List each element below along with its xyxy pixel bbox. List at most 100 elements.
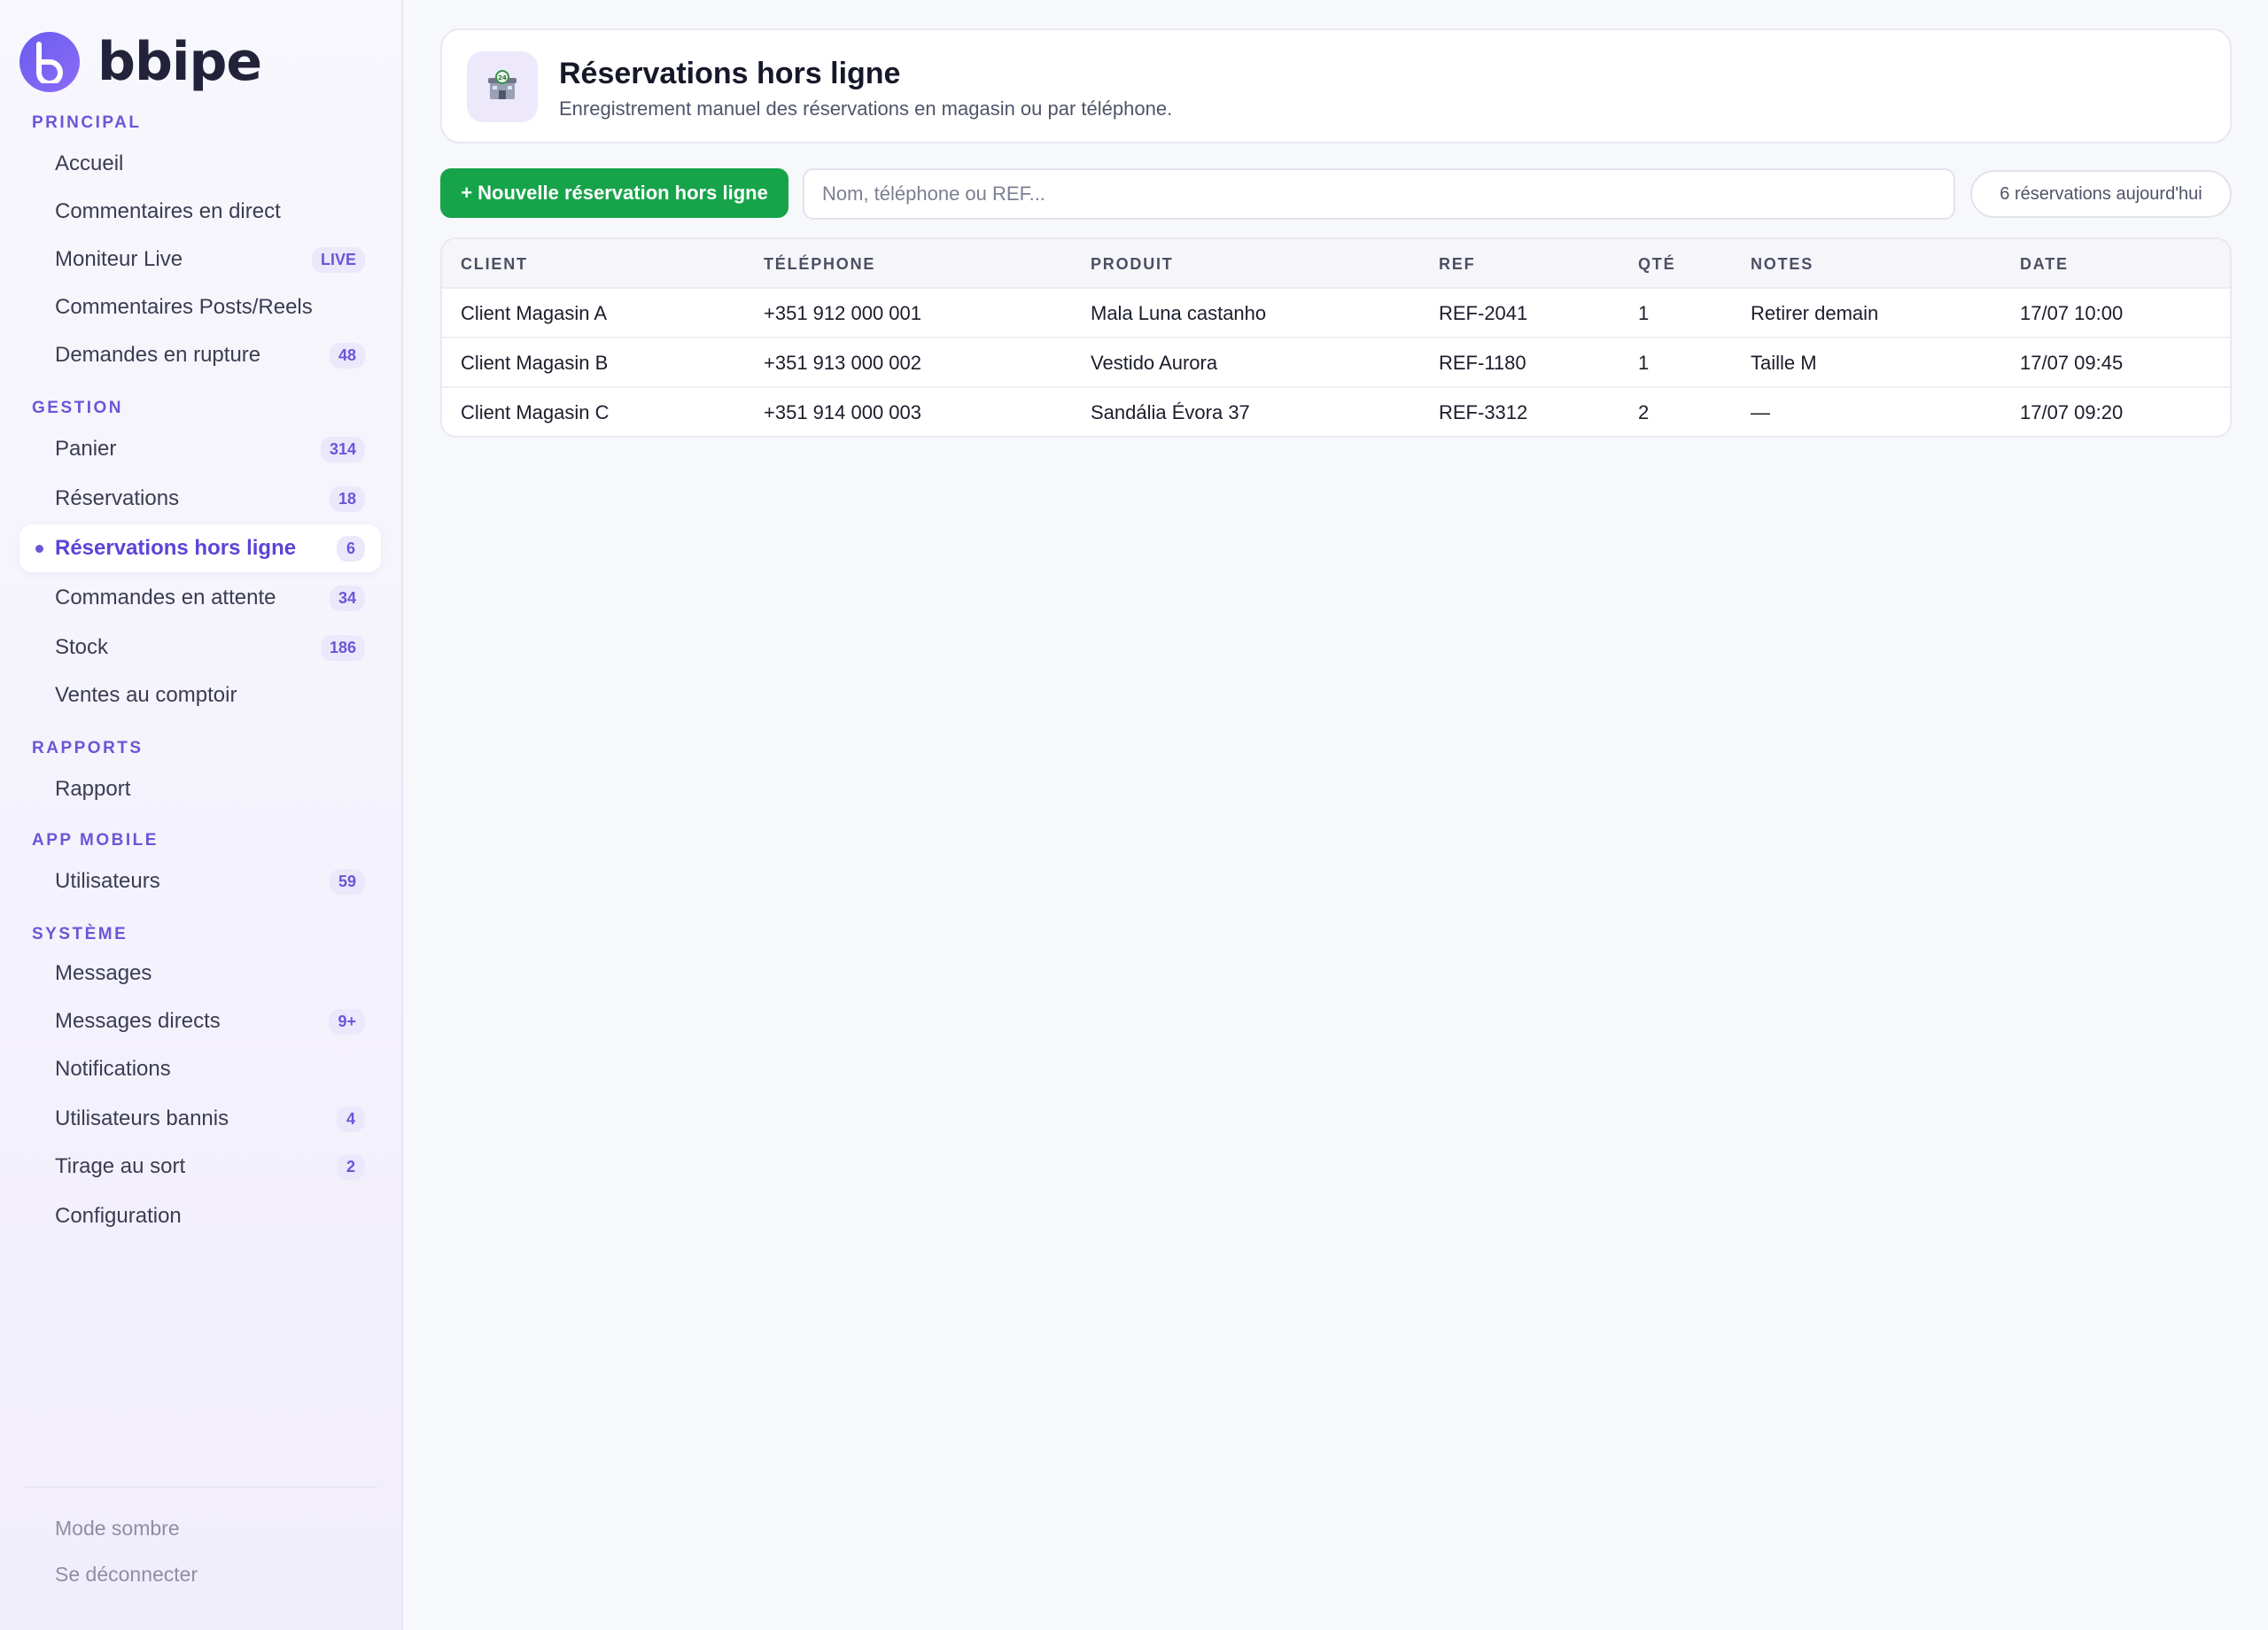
sidebar-item-tirage-au-sort[interactable]: Tirage au sort 2 xyxy=(19,1143,381,1191)
page-title: Réservations hors ligne xyxy=(559,57,901,90)
cell-phone: +351 913 000 002 xyxy=(764,352,922,374)
sidebar-item-notifications[interactable]: Notifications xyxy=(19,1045,381,1093)
cell-client: Client Magasin B xyxy=(461,352,609,374)
cell-phone: +351 914 000 003 xyxy=(764,401,922,423)
sidebar-item-badge: 48 xyxy=(329,342,365,369)
sidebar-divider xyxy=(23,1486,377,1488)
sidebar-section-title: PRINCIPAL xyxy=(32,113,142,132)
sidebar-item-label: Commentaires en direct xyxy=(55,199,281,223)
sidebar-item-label: Réservations xyxy=(55,486,180,510)
sidebar-item-badge: 314 xyxy=(320,436,365,462)
store-24h-icon: 24 xyxy=(467,51,538,122)
sidebar-item-panier[interactable]: Panier 314 xyxy=(19,425,381,473)
cell-date: 17/07 09:20 xyxy=(2020,401,2124,423)
logout-link[interactable]: Se déconnecter xyxy=(55,1563,198,1587)
sidebar: bbipe PRINCIPAL Accueil Commentaires en di… xyxy=(0,0,403,1630)
sidebar-item-label: Messages xyxy=(55,961,152,985)
table-row[interactable]: Client Magasin C +351 914 000 003 Sandál… xyxy=(442,388,2230,436)
sidebar-item-badge: 9+ xyxy=(329,1008,365,1035)
column-header-ref: REF xyxy=(1439,255,1476,273)
new-offline-reservation-button[interactable]: + Nouvelle réservation hors ligne xyxy=(440,168,788,218)
sidebar-item-label: Configuration xyxy=(55,1204,182,1228)
cell-date: 17/07 10:00 xyxy=(2020,302,2124,324)
column-header-product: PRODUIT xyxy=(1091,255,1174,273)
active-indicator-dot xyxy=(35,544,43,553)
reservations-table: CLIENT TÉLÉPHONE PRODUIT REF QTÉ NOTES D… xyxy=(440,237,2232,438)
reservations-count-badge: 6 réservations aujourd'hui xyxy=(1970,170,2232,218)
sidebar-item-reservations[interactable]: Réservations 18 xyxy=(19,475,381,523)
sidebar-item-label: Accueil xyxy=(55,151,124,175)
sidebar-item-badge: 18 xyxy=(329,485,365,512)
sidebar-section-title: GESTION xyxy=(32,399,124,417)
cell-client: Client Magasin A xyxy=(461,302,608,324)
logo-mark-icon xyxy=(19,32,80,92)
sidebar-item-label: Commentaires Posts/Reels xyxy=(55,295,313,319)
column-header-qty: QTÉ xyxy=(1638,255,1676,273)
sidebar-item-commentaires-posts-reels[interactable]: Commentaires Posts/Reels xyxy=(19,283,381,331)
sidebar-item-badge: 2 xyxy=(337,1153,365,1180)
sidebar-item-ventes-au-comptoir[interactable]: Ventes au comptoir xyxy=(19,671,381,719)
cell-product: Sandália Évora 37 xyxy=(1091,401,1250,423)
sidebar-item-label: Tirage au sort xyxy=(55,1154,186,1178)
cell-ref: REF-1180 xyxy=(1439,352,1526,374)
sidebar-item-rapport[interactable]: Rapport xyxy=(19,765,381,813)
table-row[interactable]: Client Magasin B +351 913 000 002 Vestid… xyxy=(442,338,2230,388)
brand-logo[interactable]: bbipe xyxy=(19,30,262,94)
column-header-date: DATE xyxy=(2020,255,2069,273)
sidebar-item-configuration[interactable]: Configuration xyxy=(19,1192,381,1240)
sidebar-item-label: Moniteur Live xyxy=(55,247,183,271)
sidebar-section-title: RAPPORTS xyxy=(32,739,144,757)
sidebar-item-commandes-en-attente[interactable]: Commandes en attente 34 xyxy=(19,574,381,622)
sidebar-item-moniteur-live[interactable]: Moniteur Live LIVE xyxy=(19,236,381,283)
dark-mode-toggle[interactable]: Mode sombre xyxy=(55,1517,180,1541)
sidebar-item-label: Ventes au comptoir xyxy=(55,683,237,707)
cell-notes: — xyxy=(1751,401,1770,423)
sidebar-item-badge: 6 xyxy=(337,535,365,562)
sidebar-item-label: Utilisateurs bannis xyxy=(55,1106,229,1130)
sidebar-item-demandes-en-rupture[interactable]: Demandes en rupture 48 xyxy=(19,331,381,379)
cell-qty: 1 xyxy=(1638,352,1650,374)
sidebar-item-accueil[interactable]: Accueil xyxy=(19,140,381,188)
cell-qty: 2 xyxy=(1638,401,1650,423)
search-input[interactable] xyxy=(803,168,1955,220)
cell-ref: REF-2041 xyxy=(1439,302,1528,324)
sidebar-item-label: Réservations hors ligne xyxy=(55,536,297,560)
sidebar-item-badge: 34 xyxy=(329,585,365,611)
sidebar-section-title: APP MOBILE xyxy=(32,831,159,850)
sidebar-item-label: Commandes en attente xyxy=(55,586,276,609)
sidebar-item-commentaires-en-direct[interactable]: Commentaires en direct xyxy=(19,188,381,236)
sidebar-item-messages-directs[interactable]: Messages directs 9+ xyxy=(19,997,381,1045)
column-header-client: CLIENT xyxy=(461,255,528,273)
sidebar-item-utilisateurs[interactable]: Utilisateurs 59 xyxy=(19,858,381,905)
svg-text:24: 24 xyxy=(498,74,507,82)
table-row[interactable]: Client Magasin A +351 912 000 001 Mala L… xyxy=(442,289,2230,338)
sidebar-item-badge: 4 xyxy=(337,1106,365,1132)
cell-date: 17/07 09:45 xyxy=(2020,352,2124,374)
sidebar-section-title: SYSTÈME xyxy=(32,925,128,943)
cell-product: Mala Luna castanho xyxy=(1091,302,1267,324)
sidebar-item-stock[interactable]: Stock 186 xyxy=(19,624,381,671)
sidebar-item-label: Utilisateurs xyxy=(55,869,160,893)
cell-notes: Taille M xyxy=(1751,352,1817,374)
sidebar-item-label: Messages directs xyxy=(55,1009,221,1033)
brand-name: bbipe xyxy=(97,31,262,93)
column-header-phone: TÉLÉPHONE xyxy=(764,255,876,273)
cell-product: Vestido Aurora xyxy=(1091,352,1218,374)
sidebar-item-badge: LIVE xyxy=(311,246,365,273)
page-subtitle: Enregistrement manuel des réservations e… xyxy=(559,97,1173,120)
sidebar-item-utilisateurs-bannis[interactable]: Utilisateurs bannis 4 xyxy=(19,1095,381,1143)
cell-qty: 1 xyxy=(1638,302,1650,324)
cell-ref: REF-3312 xyxy=(1439,401,1528,423)
sidebar-item-badge: 59 xyxy=(329,868,365,895)
sidebar-item-label: Stock xyxy=(55,635,109,659)
sidebar-item-label: Rapport xyxy=(55,777,131,801)
sidebar-item-label: Demandes en rupture xyxy=(55,343,261,367)
column-header-notes: NOTES xyxy=(1751,255,1814,273)
sidebar-item-messages[interactable]: Messages xyxy=(19,950,381,997)
sidebar-item-reservations-hors-ligne[interactable]: Réservations hors ligne 6 xyxy=(19,524,381,572)
cell-client: Client Magasin C xyxy=(461,401,610,423)
sidebar-item-label: Notifications xyxy=(55,1057,171,1081)
cell-notes: Retirer demain xyxy=(1751,302,1879,324)
table-header: CLIENT TÉLÉPHONE PRODUIT REF QTÉ NOTES D… xyxy=(442,239,2230,289)
sidebar-item-badge: 186 xyxy=(320,634,365,661)
